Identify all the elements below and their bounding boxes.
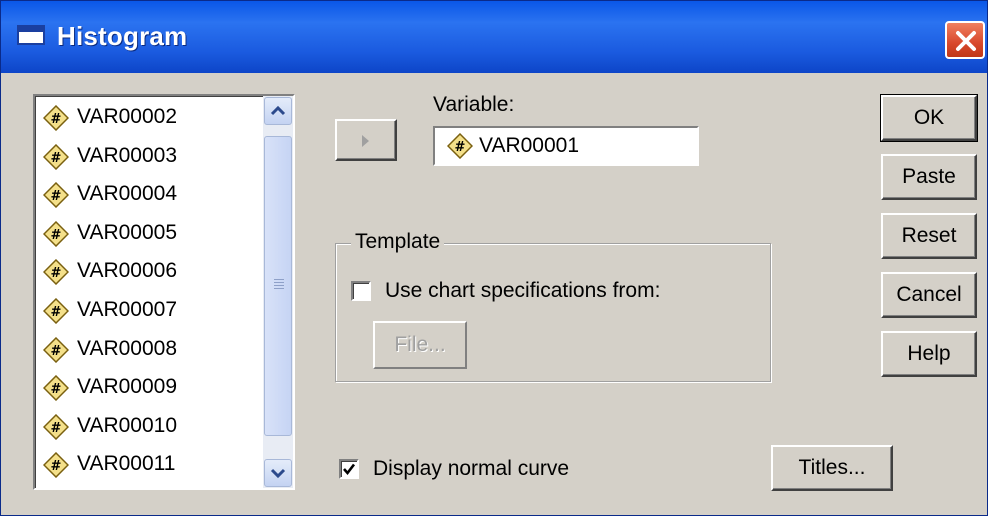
list-item[interactable]: # VAR00010 [43, 409, 263, 445]
file-button: File... [373, 321, 467, 369]
paste-button[interactable]: Paste [881, 154, 977, 200]
svg-text:#: # [51, 228, 62, 243]
help-button[interactable]: Help [881, 331, 977, 377]
svg-text:#: # [51, 305, 62, 320]
svg-text:#: # [51, 344, 62, 359]
scale-variable-icon: # [43, 143, 69, 170]
list-item[interactable]: # VAR00008 [43, 332, 263, 368]
scale-variable-icon: # [43, 375, 69, 402]
title-bar[interactable]: Histogram [1, 1, 987, 73]
list-item[interactable]: # VAR00011 [43, 447, 263, 483]
scale-variable-icon: # [447, 133, 473, 159]
scroll-grip-icon [274, 279, 284, 291]
list-item-label: VAR00005 [77, 220, 178, 244]
svg-text:#: # [51, 421, 62, 436]
template-legend: Template [351, 230, 445, 254]
use-chart-spec-label: Use chart specifications from: [385, 279, 661, 302]
scale-variable-icon: # [43, 298, 69, 324]
reset-button[interactable]: Reset [881, 213, 977, 259]
list-item-label: VAR00003 [77, 143, 178, 167]
cancel-button[interactable]: Cancel [881, 272, 977, 318]
close-button[interactable] [945, 21, 985, 59]
vertical-scrollbar[interactable] [263, 96, 293, 488]
scroll-up-button[interactable] [264, 97, 292, 125]
display-normal-curve-label: Display normal curve [373, 457, 570, 480]
move-variable-button[interactable] [335, 119, 397, 161]
source-variable-list[interactable]: # VAR00002 # VAR00003 # VAR00004 # VAR00005 # VAR… [33, 94, 295, 490]
titles-button[interactable]: Titles... [771, 445, 893, 491]
list-item-label: VAR00009 [77, 375, 178, 399]
list-item[interactable]: # VAR00002 [43, 100, 263, 136]
svg-text:#: # [51, 266, 62, 281]
scroll-thumb[interactable] [264, 136, 292, 436]
list-item-label: VAR00011 [77, 452, 176, 476]
checkmark-icon [343, 463, 356, 476]
chevron-up-icon [270, 105, 286, 116]
chevron-down-icon [270, 468, 286, 479]
svg-text:#: # [51, 189, 62, 204]
list-item-label: VAR00004 [77, 182, 178, 206]
arrow-right-icon [362, 135, 369, 147]
list-item[interactable]: # VAR00003 [43, 139, 263, 175]
scale-variable-icon: # [43, 220, 69, 247]
window-icon [17, 25, 45, 45]
close-icon [956, 31, 976, 51]
list-item-label: VAR00008 [77, 336, 178, 360]
list-item-label: VAR00006 [77, 259, 178, 283]
scale-variable-icon: # [43, 259, 69, 286]
list-item-label: VAR00002 [77, 105, 178, 128]
list-item[interactable]: # VAR00009 [43, 370, 263, 406]
variable-value: VAR00001 [479, 134, 580, 157]
list-item[interactable]: # VAR00004 [43, 177, 263, 213]
use-chart-spec-checkbox[interactable] [351, 281, 371, 301]
list-item[interactable]: # VAR00006 [43, 254, 263, 290]
svg-text:#: # [51, 112, 62, 127]
list-item[interactable]: # VAR00007 [43, 293, 263, 329]
list-item[interactable]: # VAR00005 [43, 216, 263, 252]
svg-text:#: # [51, 382, 62, 397]
display-normal-curve-checkbox[interactable] [339, 459, 359, 479]
list-item-label: VAR00010 [77, 413, 178, 437]
svg-text:#: # [455, 140, 466, 155]
scale-variable-icon: # [43, 336, 69, 363]
variable-field[interactable]: # VAR00001 [433, 126, 699, 166]
scale-variable-icon: # [43, 452, 69, 479]
svg-text:#: # [51, 151, 62, 166]
list-item-label: VAR00007 [77, 298, 178, 321]
scale-variable-icon: # [43, 413, 69, 440]
scroll-down-button[interactable] [264, 459, 292, 487]
variable-label: Variable: [433, 93, 515, 116]
histogram-dialog: Histogram # VAR00002 # VAR00003 # VAR00004 # VA… [0, 0, 988, 516]
ok-button[interactable]: OK [880, 94, 978, 142]
svg-text:#: # [51, 459, 62, 474]
scale-variable-icon: # [43, 105, 69, 131]
scale-variable-icon: # [43, 182, 69, 209]
window-title: Histogram [57, 21, 188, 51]
